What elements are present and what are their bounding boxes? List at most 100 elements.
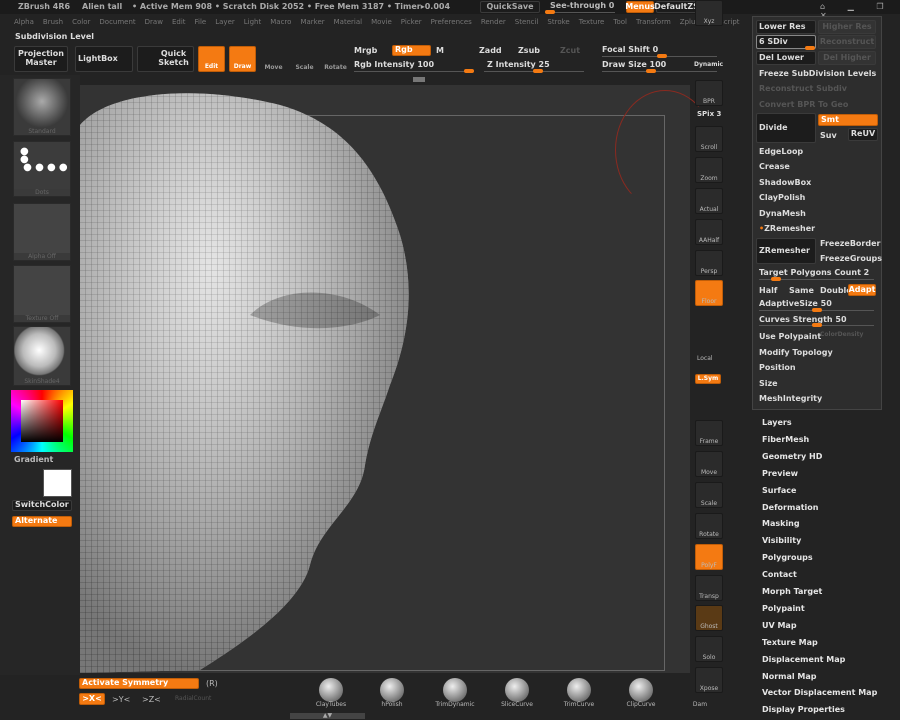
menu-marker[interactable]: Marker	[300, 18, 324, 26]
use-polypaint-toggle[interactable]: Use Polypaint	[759, 332, 821, 341]
shelf-aahalf-button[interactable]: AAHalf	[695, 219, 723, 245]
rotate-button[interactable]: Rotate	[322, 46, 349, 72]
draw-size-slider[interactable]: Draw Size 100	[602, 60, 666, 69]
symmetry-z-button[interactable]: >Z<	[142, 695, 161, 704]
alpha-selector[interactable]: Alpha Off	[13, 203, 71, 261]
shelf-scale-button[interactable]: Scale	[695, 482, 723, 508]
menu-document[interactable]: Document	[99, 18, 135, 26]
claytubes-brush-label[interactable]: ClayTubes	[301, 701, 361, 708]
adaptive-size-slider[interactable]: AdaptiveSize 50	[759, 299, 832, 308]
color-picker[interactable]	[11, 390, 73, 452]
smt-toggle[interactable]: Smt	[818, 114, 878, 126]
menu-alpha[interactable]: Alpha	[14, 18, 34, 26]
symmetry-x-button[interactable]: >X<	[79, 693, 105, 705]
draw-button[interactable]: Draw	[229, 46, 256, 72]
palette-texture-map[interactable]: Texture Map	[762, 638, 818, 647]
freeze-subdivision-button[interactable]: Freeze SubDivision Levels	[759, 69, 876, 78]
palette-layers[interactable]: Layers	[762, 418, 792, 427]
shelf-local-button[interactable]: Local	[697, 355, 713, 362]
menus-button[interactable]: Menus	[625, 1, 655, 13]
suv-toggle[interactable]: Suv	[820, 131, 837, 140]
palette-polypaint[interactable]: Polypaint	[762, 604, 805, 613]
switch-color-button[interactable]: SwitchColor	[12, 500, 72, 511]
dynamic-toggle[interactable]: Dynamic	[694, 61, 723, 68]
secondary-color-swatch[interactable]	[43, 469, 72, 497]
z-intensity-track[interactable]	[484, 69, 584, 73]
menu-light[interactable]: Light	[244, 18, 261, 26]
half-button[interactable]: Half	[759, 286, 777, 295]
freeze-groups-toggle[interactable]: FreezeGroups	[820, 254, 882, 263]
adapt-toggle[interactable]: Adapt	[848, 284, 876, 296]
shadowbox-section[interactable]: ShadowBox	[759, 178, 811, 187]
menu-preferences[interactable]: Preferences	[431, 18, 472, 26]
clipcurve-brush-label[interactable]: ClipCurve	[611, 701, 671, 708]
modify-topology-section[interactable]: Modify Topology	[759, 348, 833, 357]
shelf-rotate-button[interactable]: Rotate	[695, 513, 723, 539]
hpolish-brush-icon[interactable]	[380, 678, 404, 702]
palette-deformation[interactable]: Deformation	[762, 503, 818, 512]
brush-selector[interactable]: Standard	[13, 78, 71, 136]
shelf-solo-button[interactable]: Solo	[695, 636, 723, 662]
dynamesh-section[interactable]: DynaMesh	[759, 209, 806, 218]
hpolish-brush-label[interactable]: hPolish	[362, 701, 422, 708]
edgeloop-section[interactable]: EdgeLoop	[759, 147, 803, 156]
palette-display-properties[interactable]: Display Properties	[762, 705, 845, 714]
menu-texture[interactable]: Texture	[579, 18, 605, 26]
same-button[interactable]: Same	[789, 286, 814, 295]
palette-uv-map[interactable]: UV Map	[762, 621, 797, 630]
shelf-persp-button[interactable]: Persp	[695, 250, 723, 276]
quicksave-button[interactable]: QuickSave	[480, 1, 540, 13]
sdiv-slider[interactable]: 6 SDiv	[756, 35, 816, 50]
menu-stroke[interactable]: Stroke	[547, 18, 569, 26]
reuv-button[interactable]: ReUV	[848, 128, 878, 141]
trimdynamic-brush-icon[interactable]	[443, 678, 467, 702]
shelf-zoom-button[interactable]: Zoom	[695, 157, 723, 183]
adaptive-size-track[interactable]	[759, 308, 874, 312]
shelf-actual-button[interactable]: Actual	[695, 188, 723, 214]
trimcurve-brush-icon[interactable]	[567, 678, 591, 702]
lower-res-button[interactable]: Lower Res	[756, 20, 816, 34]
rgb-intensity-track[interactable]	[354, 69, 474, 73]
shelf-l-sym-button[interactable]: L.Sym	[695, 374, 721, 384]
menu-transform[interactable]: Transform	[636, 18, 671, 26]
palette-vector-displacement-map[interactable]: Vector Displacement Map	[762, 688, 877, 697]
curves-strength-slider[interactable]: Curves Strength 50	[759, 315, 847, 324]
m-button[interactable]: M	[436, 46, 444, 55]
double-button[interactable]: Double	[820, 286, 852, 295]
gradient-label[interactable]: Gradient	[14, 455, 53, 464]
menu-file[interactable]: File	[195, 18, 207, 26]
menu-draw[interactable]: Draw	[145, 18, 163, 26]
palette-fibermesh[interactable]: FiberMesh	[762, 435, 809, 444]
edit-button[interactable]: Edit	[198, 46, 225, 72]
palette-morph-target[interactable]: Morph Target	[762, 587, 822, 596]
stroke-selector[interactable]: ● ● ● ● ● ● Dots	[13, 141, 71, 197]
shelf-scroll-button[interactable]: Scroll	[695, 126, 723, 152]
palette-masking[interactable]: Masking	[762, 519, 800, 528]
palette-visibility[interactable]: Visibility	[762, 536, 801, 545]
crease-section[interactable]: Crease	[759, 162, 790, 171]
palette-geometry-hd[interactable]: Geometry HD	[762, 452, 822, 461]
menu-brush[interactable]: Brush	[43, 18, 63, 26]
del-lower-button[interactable]: Del Lower	[756, 51, 816, 65]
palette-polygroups[interactable]: Polygroups	[762, 553, 813, 562]
shelf-bpr-button[interactable]: BPR	[695, 80, 723, 106]
claytubes-brush-icon[interactable]	[319, 678, 343, 702]
shelf-floor-button[interactable]: Floor	[695, 280, 723, 306]
focal-shift-track[interactable]	[602, 54, 717, 58]
scale-button[interactable]: Scale	[291, 46, 318, 72]
quick-sketch-button[interactable]: Quick Sketch	[137, 46, 194, 72]
menu-color[interactable]: Color	[72, 18, 90, 26]
material-selector[interactable]: SkinShade4	[13, 326, 71, 386]
shelf-xpose-button[interactable]: Xpose	[695, 667, 723, 693]
menu-tool[interactable]: Tool	[613, 18, 627, 26]
rgb-intensity-slider[interactable]: Rgb Intensity 100	[354, 60, 434, 69]
alternate-button[interactable]: Alternate	[12, 516, 72, 527]
shelf-transp-button[interactable]: Transp	[695, 575, 723, 601]
shelf-polyf-button[interactable]: PolyF	[695, 544, 723, 570]
trimcurve-brush-label[interactable]: TrimCurve	[549, 701, 609, 708]
palette-normal-map[interactable]: Normal Map	[762, 672, 816, 681]
slicecurve-brush-icon[interactable]	[505, 678, 529, 702]
palette-contact[interactable]: Contact	[762, 570, 797, 579]
zadd-button[interactable]: Zadd	[479, 46, 502, 55]
shelf-move-button[interactable]: Move	[695, 451, 723, 477]
